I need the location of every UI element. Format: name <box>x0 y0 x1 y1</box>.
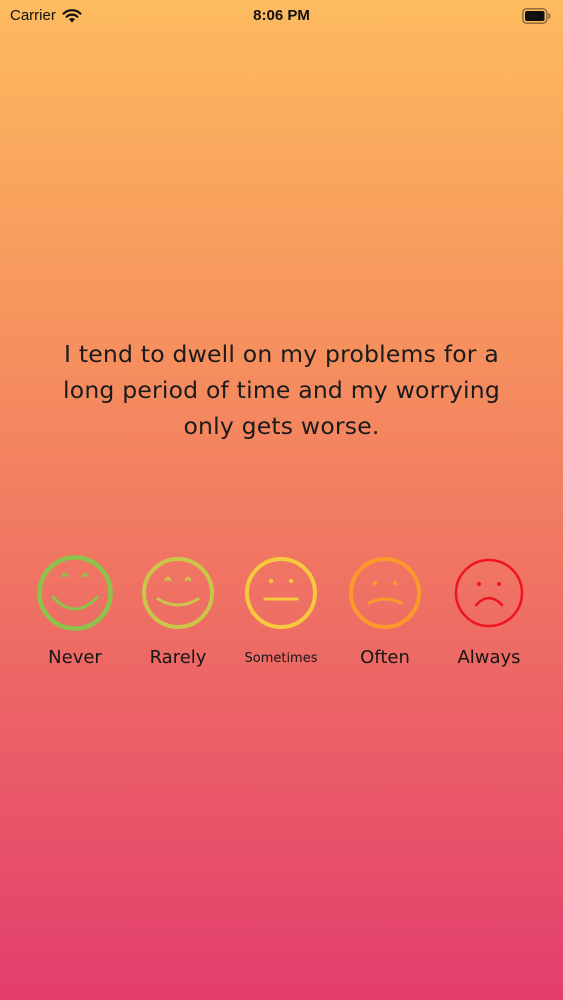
option-label-rarely: Rarely <box>149 647 207 668</box>
big-smile-face-icon <box>37 555 113 631</box>
option-label-never: Never <box>48 647 102 668</box>
neutral-face-icon <box>245 557 317 629</box>
clock: 8:06 PM <box>253 7 310 24</box>
frown-face-icon <box>454 558 524 628</box>
status-bar: Carrier 8:06 PM <box>0 0 563 32</box>
battery-icon <box>522 8 551 24</box>
option-often[interactable]: Often <box>335 553 435 668</box>
option-label-sometimes: Sometimes <box>244 651 318 666</box>
smile-face-icon <box>142 557 214 629</box>
option-sometimes[interactable]: Sometimes <box>231 553 331 666</box>
option-label-often: Often <box>360 647 410 668</box>
option-never[interactable]: Never <box>25 553 125 668</box>
frequency-options: Never Rarely Sometimes Often Always <box>0 553 563 683</box>
option-always[interactable]: Always <box>439 553 539 668</box>
option-label-always: Always <box>457 647 521 668</box>
question-text: I tend to dwell on my problems for a lon… <box>63 340 500 440</box>
slight-frown-face-icon <box>349 557 421 629</box>
survey-screen: Carrier 8:06 PM I tend to dwell on my pr… <box>0 0 563 1000</box>
option-rarely[interactable]: Rarely <box>128 553 228 668</box>
